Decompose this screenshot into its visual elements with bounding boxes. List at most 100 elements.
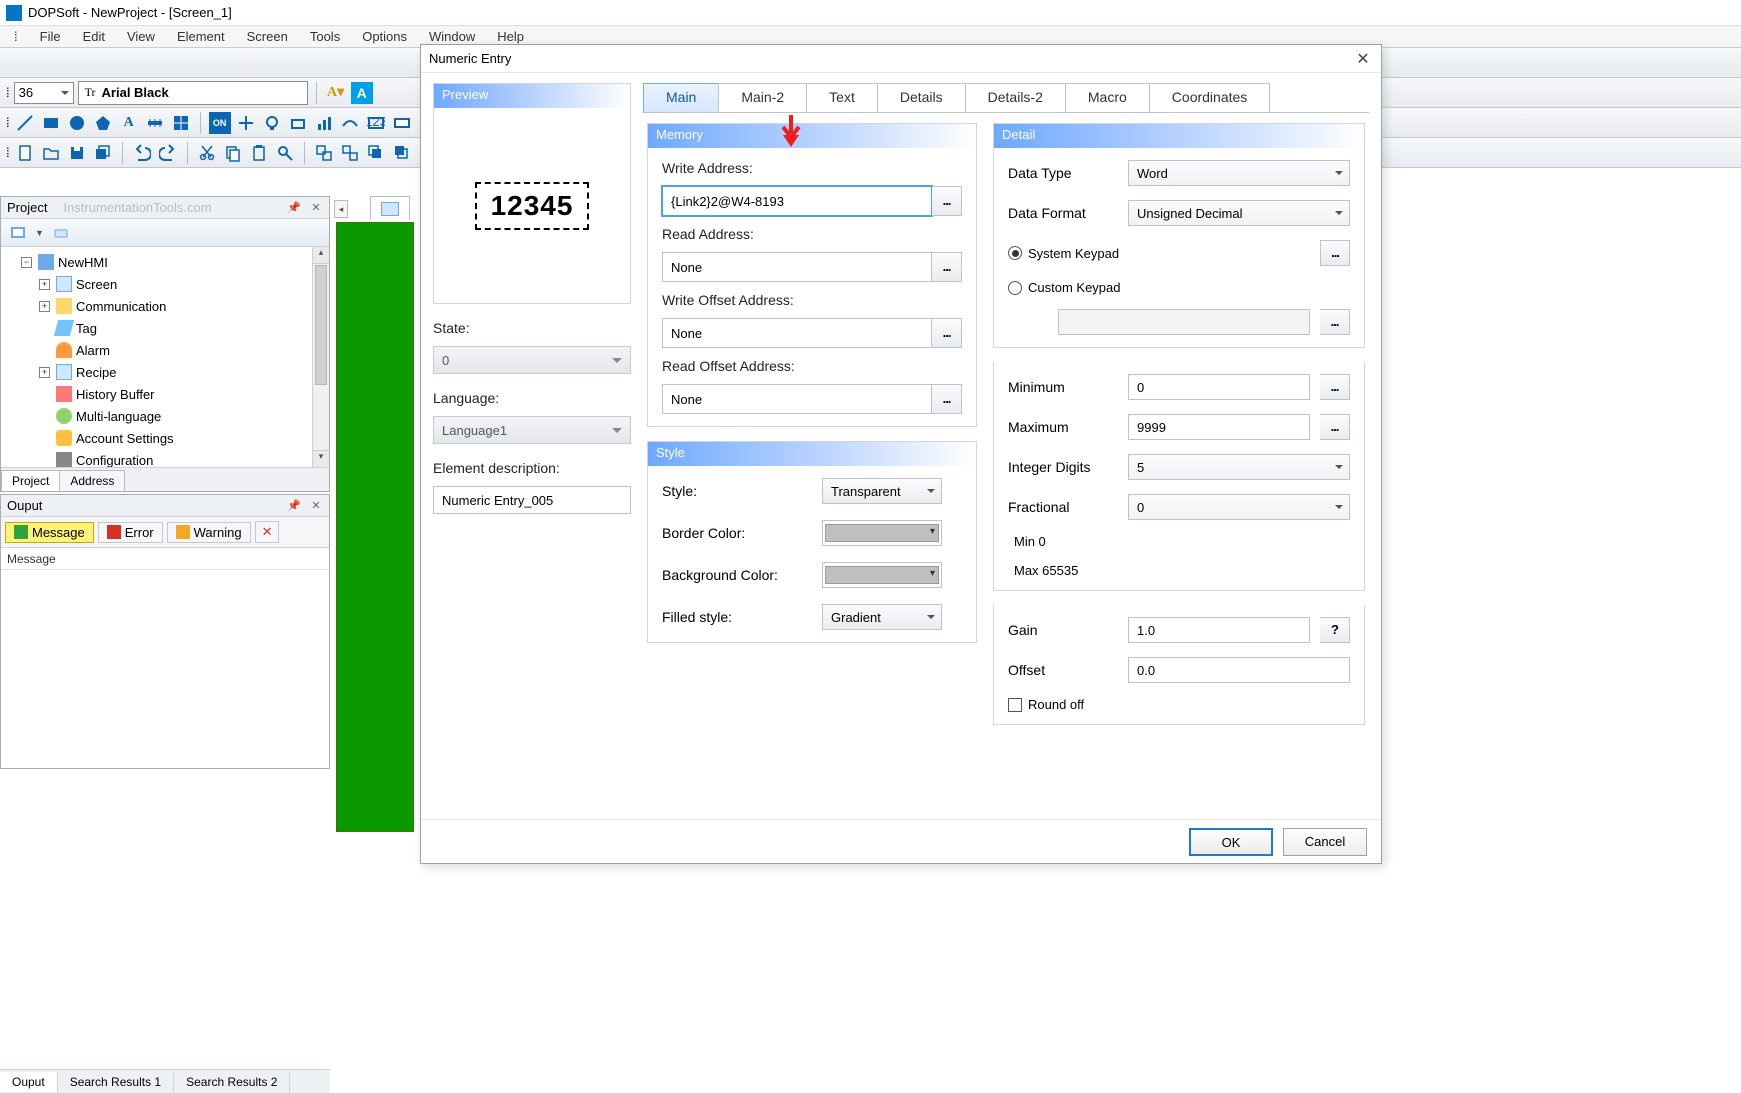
output-tab-close[interactable]: ✕ <box>255 521 280 543</box>
tab-coordinates[interactable]: Coordinates <box>1149 83 1271 112</box>
font-size-select[interactable]: 36 <box>14 82 74 104</box>
dialog-close-icon[interactable]: ✕ <box>1353 49 1373 69</box>
output-tab-error[interactable]: Error <box>98 522 163 543</box>
system-keypad-radio[interactable] <box>1008 246 1022 260</box>
expander-icon[interactable]: + <box>39 367 50 378</box>
write-address-input[interactable]: {Link2}2@W4-8193 <box>662 186 932 216</box>
output-list[interactable]: Message <box>1 548 329 768</box>
undo-icon[interactable] <box>131 142 153 164</box>
text-tool-icon[interactable]: A <box>118 112 140 134</box>
ok-button[interactable]: OK <box>1189 828 1273 856</box>
cut-icon[interactable] <box>196 142 218 164</box>
write-address-browse-button[interactable]: ... <box>932 186 962 216</box>
tree-item[interactable]: Account Settings <box>76 431 174 446</box>
scale-tool-icon[interactable] <box>144 112 166 134</box>
table-tool-icon[interactable] <box>170 112 192 134</box>
tree-item[interactable]: Screen <box>76 277 117 292</box>
circle-tool-icon[interactable] <box>66 112 88 134</box>
read-offset-browse-button[interactable]: ... <box>932 384 962 414</box>
integer-digits-select[interactable]: 5 <box>1128 454 1350 480</box>
output-tab-message[interactable]: Message <box>5 522 94 543</box>
menu-file[interactable]: File <box>30 27 71 46</box>
menu-options[interactable]: Options <box>352 27 417 46</box>
grip-icon[interactable]: ⁞ <box>6 145 10 160</box>
output-tab-warning[interactable]: Warning <box>167 522 251 543</box>
menu-leader-icon[interactable]: ⁞ <box>4 27 28 46</box>
data-type-select[interactable]: Word <box>1128 160 1350 186</box>
style-select[interactable]: Transparent <box>822 478 942 504</box>
dropdown-arrow-icon[interactable]: ▼ <box>35 228 44 238</box>
bar-tool-icon[interactable] <box>313 112 335 134</box>
tree-item[interactable]: Multi-language <box>76 409 161 424</box>
cancel-button[interactable]: Cancel <box>1283 828 1367 856</box>
menu-screen[interactable]: Screen <box>237 27 298 46</box>
menu-element[interactable]: Element <box>167 27 235 46</box>
bottom-tab-search2[interactable]: Search Results 2 <box>174 1072 290 1092</box>
custom-keypad-radio[interactable] <box>1008 281 1022 295</box>
polygon-tool-icon[interactable] <box>92 112 114 134</box>
lamp-tool-icon[interactable] <box>261 112 283 134</box>
custom-keypad-input[interactable] <box>1058 309 1310 335</box>
text-color-a-icon[interactable]: A▾ <box>325 82 347 104</box>
save-icon[interactable] <box>66 142 88 164</box>
tab-project[interactable]: Project <box>1 470 60 491</box>
state-select[interactable]: 0 <box>433 346 631 374</box>
read-offset-input[interactable]: None <box>662 384 932 414</box>
round-off-checkbox[interactable] <box>1008 698 1022 712</box>
filled-style-select[interactable]: Gradient <box>822 604 942 630</box>
screen-tab-prev-icon[interactable]: ◂ <box>334 200 348 218</box>
ungroup-icon[interactable] <box>339 142 361 164</box>
background-color-select[interactable] <box>822 562 942 588</box>
design-canvas[interactable] <box>336 222 414 832</box>
tree-item[interactable]: History Buffer <box>76 387 155 402</box>
custom-keypad-browse-button[interactable]: ... <box>1320 309 1350 335</box>
tree-item[interactable]: Recipe <box>76 365 116 380</box>
tree-root[interactable]: NewHMI <box>58 255 108 270</box>
arrows-tool-icon[interactable] <box>235 112 257 134</box>
pin-icon[interactable]: 📌 <box>287 499 301 513</box>
gain-input[interactable]: 1.0 <box>1128 617 1310 643</box>
close-icon[interactable]: ✕ <box>309 499 323 513</box>
tree-scrollbar[interactable] <box>312 247 329 467</box>
menu-view[interactable]: View <box>117 27 165 46</box>
offset-input[interactable]: 0.0 <box>1128 657 1350 683</box>
tab-macro[interactable]: Macro <box>1065 83 1150 112</box>
font-name-select[interactable]: Tr Arial Black <box>78 81 308 105</box>
tab-text[interactable]: Text <box>806 83 878 112</box>
tree-item[interactable]: Configuration <box>76 453 153 468</box>
project-view-icon[interactable] <box>7 222 29 244</box>
menu-edit[interactable]: Edit <box>73 27 115 46</box>
read-address-browse-button[interactable]: ... <box>932 252 962 282</box>
tab-address[interactable]: Address <box>59 470 125 491</box>
expander-icon[interactable]: − <box>21 257 32 268</box>
highlight-color-icon[interactable]: A <box>351 82 373 104</box>
grip-icon[interactable]: ⁞ <box>6 85 10 100</box>
redo-icon[interactable] <box>157 142 179 164</box>
new-icon[interactable] <box>14 142 36 164</box>
fractional-select[interactable]: 0 <box>1128 494 1350 520</box>
element-desc-input[interactable]: Numeric Entry_005 <box>433 486 631 514</box>
numeric-tool-icon[interactable]: 123 <box>365 112 387 134</box>
write-offset-input[interactable]: None <box>662 318 932 348</box>
project-list-icon[interactable] <box>50 222 72 244</box>
minimum-browse-button[interactable]: ... <box>1320 374 1350 400</box>
expander-icon[interactable]: + <box>39 301 50 312</box>
send-back-icon[interactable] <box>391 142 413 164</box>
rect-tool-icon[interactable] <box>40 112 62 134</box>
find-icon[interactable] <box>274 142 296 164</box>
pin-icon[interactable]: 📌 <box>287 201 301 215</box>
expander-icon[interactable]: + <box>39 279 50 290</box>
pipe-tool-icon[interactable] <box>339 112 361 134</box>
input-tool-icon[interactable] <box>391 112 413 134</box>
line-tool-icon[interactable] <box>14 112 36 134</box>
paste-icon[interactable] <box>248 142 270 164</box>
group-icon[interactable] <box>313 142 335 164</box>
menu-tools[interactable]: Tools <box>300 27 350 46</box>
project-tree[interactable]: −NewHMI +Screen +Communication Tag Alarm… <box>1 247 329 467</box>
border-color-select[interactable] <box>822 520 942 546</box>
gain-help-button[interactable]: ? <box>1320 617 1350 643</box>
save-all-icon[interactable] <box>92 142 114 164</box>
read-address-input[interactable]: None <box>662 252 932 282</box>
grip-icon[interactable]: ⁞ <box>6 115 10 130</box>
maximum-input[interactable]: 9999 <box>1128 414 1310 440</box>
